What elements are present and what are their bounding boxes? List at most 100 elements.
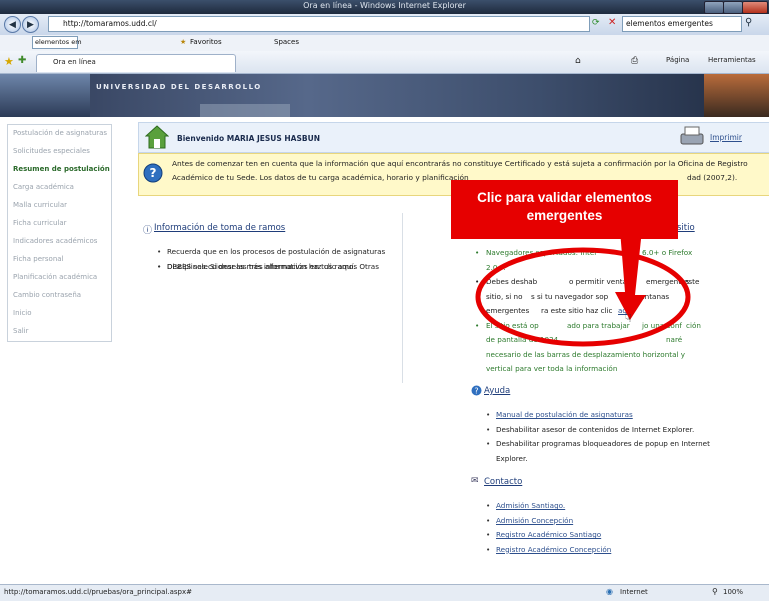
info-list: Recuerda que en los procesos de postulac… — [157, 245, 397, 274]
contact-link[interactable]: Registro Académico Concepción — [496, 545, 611, 554]
contact-item[interactable]: Registro Académico Concepción — [486, 543, 706, 558]
status-url: http://tomaramos.udd.cl/pruebas/ora_prin… — [4, 588, 192, 596]
welcome-greeting: Bienvenido MARIA JESUS HASBUN — [177, 134, 320, 143]
sidebar-item-inicio[interactable]: Inicio — [13, 309, 32, 317]
help-item[interactable]: Manual de postulación de asignaturas — [486, 408, 716, 423]
info-line: Recuerda que en los procesos de postulac… — [157, 245, 397, 260]
notice-line-2-end: dad (2007,2). — [687, 173, 738, 182]
sidebar-item-cambio-contrasena[interactable]: Cambio contraseña — [13, 291, 81, 299]
question-icon: ? — [143, 163, 163, 183]
banner-title: UNIVERSIDAD DEL DESARROLLO — [96, 83, 262, 91]
info-line-text: Disciplinas. Si deseas más información h… — [167, 261, 356, 271]
info-line[interactable]: Disciplinas. Si deseas más información h… — [157, 260, 397, 275]
sidebar-item-ficha-curricular[interactable]: Ficha curricular — [13, 219, 67, 227]
address-toolbar: ◀ ▶ http://tomaramos.udd.cl/ ⟳ ✕ element… — [0, 14, 769, 36]
welcome-box: Bienvenido MARIA JESUS HASBUN Imprimir — [138, 122, 769, 153]
callout-line-2: emergentes — [526, 208, 603, 223]
cursor-hand-icon: ☟ — [625, 312, 632, 325]
annotation-arrow — [615, 230, 646, 320]
tab-title: Ora en línea — [53, 58, 96, 66]
help-list: Manual de postulación de asignaturas Des… — [486, 408, 716, 466]
contact-item[interactable]: Registro Académico Santiago — [486, 528, 706, 543]
spaces-link[interactable]: Spaces — [274, 38, 299, 46]
sidebar-item-planificacion[interactable]: Planificación académica — [13, 273, 97, 281]
help-item[interactable]: Deshabilitar asesor de contenidos de Int… — [486, 423, 716, 438]
address-field[interactable]: http://tomaramos.udd.cl/ — [48, 16, 590, 32]
annotation-overlay — [475, 230, 691, 347]
printer-icon[interactable] — [678, 125, 706, 149]
help-icon: ? — [471, 385, 482, 396]
sidebar-item-salir[interactable]: Salir — [13, 327, 29, 335]
close-window-button[interactable] — [742, 1, 768, 14]
search-icon[interactable]: ⚲ — [745, 17, 752, 28]
contact-item[interactable]: Admisión Santiago. — [486, 499, 706, 514]
svg-text:?: ? — [474, 387, 478, 396]
status-bar: http://tomaramos.udd.cl/pruebas/ora_prin… — [0, 584, 769, 601]
stop-icon[interactable]: ✕ — [608, 17, 616, 28]
contact-link[interactable]: Admisión Santiago. — [496, 501, 565, 510]
home-green-icon — [145, 125, 169, 149]
sidebar-item-postulacion[interactable]: Postulación de asignaturas — [13, 129, 107, 137]
zoom-level[interactable]: 100% — [723, 588, 743, 596]
info-icon: ⓘ — [143, 226, 153, 236]
sidebar: Postulación de asignaturas Solicitudes e… — [7, 124, 112, 342]
address-url: http://tomaramos.udd.cl/ — [63, 19, 157, 28]
contact-list: Admisión Santiago. Admisión Concepción R… — [486, 499, 706, 557]
column-divider — [402, 213, 403, 383]
search-text: elementos emergentes — [626, 19, 713, 28]
window-title: Ora en línea - Windows Internet Explorer — [303, 1, 466, 10]
zoom-icon[interactable]: ⚲ — [712, 587, 718, 596]
tab-ora-en-linea[interactable]: Ora en línea — [36, 54, 236, 72]
tabs-toolbar: ★ ✚ Ora en línea ⌂ ⎙ Página Herramientas — [0, 51, 769, 74]
info-title: Información de toma de ramos — [154, 223, 286, 233]
sidebar-item-ficha-personal[interactable]: Ficha personal — [13, 255, 64, 263]
globe-icon: ◉ — [606, 587, 613, 596]
back-arrow-icon[interactable]: ◀ — [4, 16, 21, 33]
print-link[interactable]: Imprimir — [710, 133, 742, 142]
pagina-menu[interactable]: Página — [666, 56, 689, 64]
favoritos-link[interactable]: Favoritos — [190, 38, 222, 46]
contact-link[interactable]: Admisión Concepción — [496, 516, 573, 525]
add-favorite-icon[interactable]: ✚ — [18, 55, 26, 66]
envelope-icon: ✉ — [471, 476, 479, 486]
home-icon[interactable]: ⌂ — [575, 56, 581, 66]
links-search-box[interactable]: elementos em — [32, 36, 82, 49]
status-zone: Internet — [620, 588, 648, 596]
annotation-ellipse — [475, 247, 691, 347]
sidebar-item-resumen[interactable]: Resumen de postulación — [13, 165, 110, 173]
print-icon[interactable]: ⎙ — [631, 56, 638, 66]
notice-line-2: Académico de tu Sede. Los datos de tu ca… — [172, 173, 469, 182]
sidebar-item-carga[interactable]: Carga académica — [13, 183, 74, 191]
university-banner: UNIVERSIDAD DEL DESARROLLO — [0, 74, 769, 117]
window-titlebar: Ora en línea - Windows Internet Explorer — [0, 0, 769, 14]
sidebar-item-solicitudes[interactable]: Solicitudes especiales — [13, 147, 90, 155]
contact-title: Contacto — [484, 477, 523, 487]
help-text: Deshabilitar programas bloqueadores de p… — [496, 439, 710, 448]
help-text: Explorer. — [496, 453, 528, 463]
star-icon: ★ — [180, 38, 187, 46]
links-toolbar: elementos em ★ Favoritos Spaces — [0, 35, 769, 52]
forward-arrow-icon[interactable]: ▶ — [22, 16, 39, 33]
refresh-icon[interactable]: ⟳ — [592, 18, 600, 28]
help-text: Deshabilitar asesor de contenidos de Int… — [496, 424, 695, 434]
help-link[interactable]: Manual de postulación de asignaturas — [496, 410, 633, 419]
favorites-star-icon[interactable]: ★ — [4, 55, 14, 68]
search-field[interactable]: elementos emergentes — [622, 16, 742, 32]
notice-line-1: Antes de comenzar ten en cuenta que la i… — [172, 159, 748, 168]
contact-link[interactable]: Registro Académico Santiago — [496, 530, 601, 539]
callout-box: Clic para validar elementos emergentes — [451, 180, 678, 239]
campus-photo — [200, 104, 290, 117]
links-search-text: elementos em — [35, 38, 82, 46]
minimize-button[interactable] — [704, 1, 724, 14]
help-item[interactable]: Deshabilitar programas bloqueadores de p… — [486, 437, 716, 466]
sidebar-item-indicadores[interactable]: Indicadores académicos — [13, 237, 97, 245]
contact-item[interactable]: Admisión Concepción — [486, 514, 706, 529]
building-photo — [0, 74, 90, 117]
maximize-button[interactable] — [723, 1, 743, 14]
herramientas-menu[interactable]: Herramientas — [708, 56, 756, 64]
help-title: Ayuda — [484, 386, 511, 396]
sidebar-item-malla[interactable]: Malla curricular — [13, 201, 67, 209]
svg-text:?: ? — [150, 166, 157, 180]
building-photo-right — [704, 74, 769, 117]
callout-line-1: Clic para validar elementos — [477, 190, 652, 205]
